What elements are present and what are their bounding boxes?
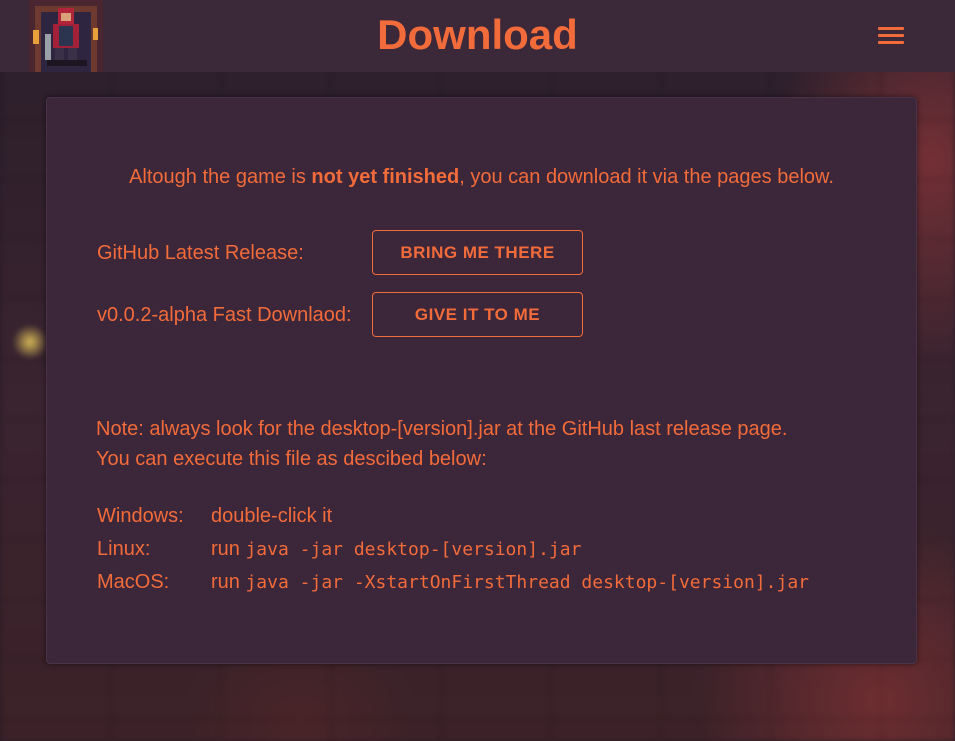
note-line-1: Note: always look for the desktop-[versi… — [96, 418, 788, 440]
windows-prefix: double-click it — [211, 505, 333, 527]
github-release-label: GitHub Latest Release: — [97, 242, 304, 264]
linux-label: Linux: — [97, 538, 151, 560]
macos-instruction: run java -jar -XstartOnFirstThread deskt… — [211, 570, 809, 595]
bring-me-there-button[interactable]: BRING ME THERE — [372, 230, 583, 275]
download-card: Altough the game is not yet finished, yo… — [46, 97, 917, 664]
give-it-to-me-button[interactable]: GIVE IT TO ME — [372, 292, 583, 337]
top-bar: Download — [0, 0, 955, 72]
menu-line — [878, 34, 904, 37]
windows-label: Windows: — [97, 505, 184, 527]
hamburger-menu-icon[interactable] — [878, 25, 905, 47]
menu-line — [878, 27, 904, 30]
fast-download-label: v0.0.2-alpha Fast Downlaod: — [97, 304, 352, 326]
macos-prefix: run — [211, 571, 246, 593]
intro-after: , you can download it via the pages belo… — [459, 166, 834, 188]
linux-instruction: run java -jar desktop-[version].jar — [211, 537, 581, 562]
menu-line — [878, 41, 904, 44]
intro-bold: not yet finished — [311, 166, 460, 188]
macos-command: java -jar -XstartOnFirstThread desktop-[… — [245, 572, 809, 593]
intro-text: Altough the game is not yet finished, yo… — [47, 164, 916, 190]
linux-prefix: run — [211, 538, 246, 560]
intro-before: Altough the game is — [129, 166, 312, 188]
windows-instruction: double-click it — [211, 504, 332, 528]
linux-command: java -jar desktop-[version].jar — [245, 539, 582, 560]
macos-label: MacOS: — [97, 571, 170, 593]
page-title: Download — [377, 11, 578, 58]
note-line-2: You can execute this file as descibed be… — [96, 448, 487, 470]
